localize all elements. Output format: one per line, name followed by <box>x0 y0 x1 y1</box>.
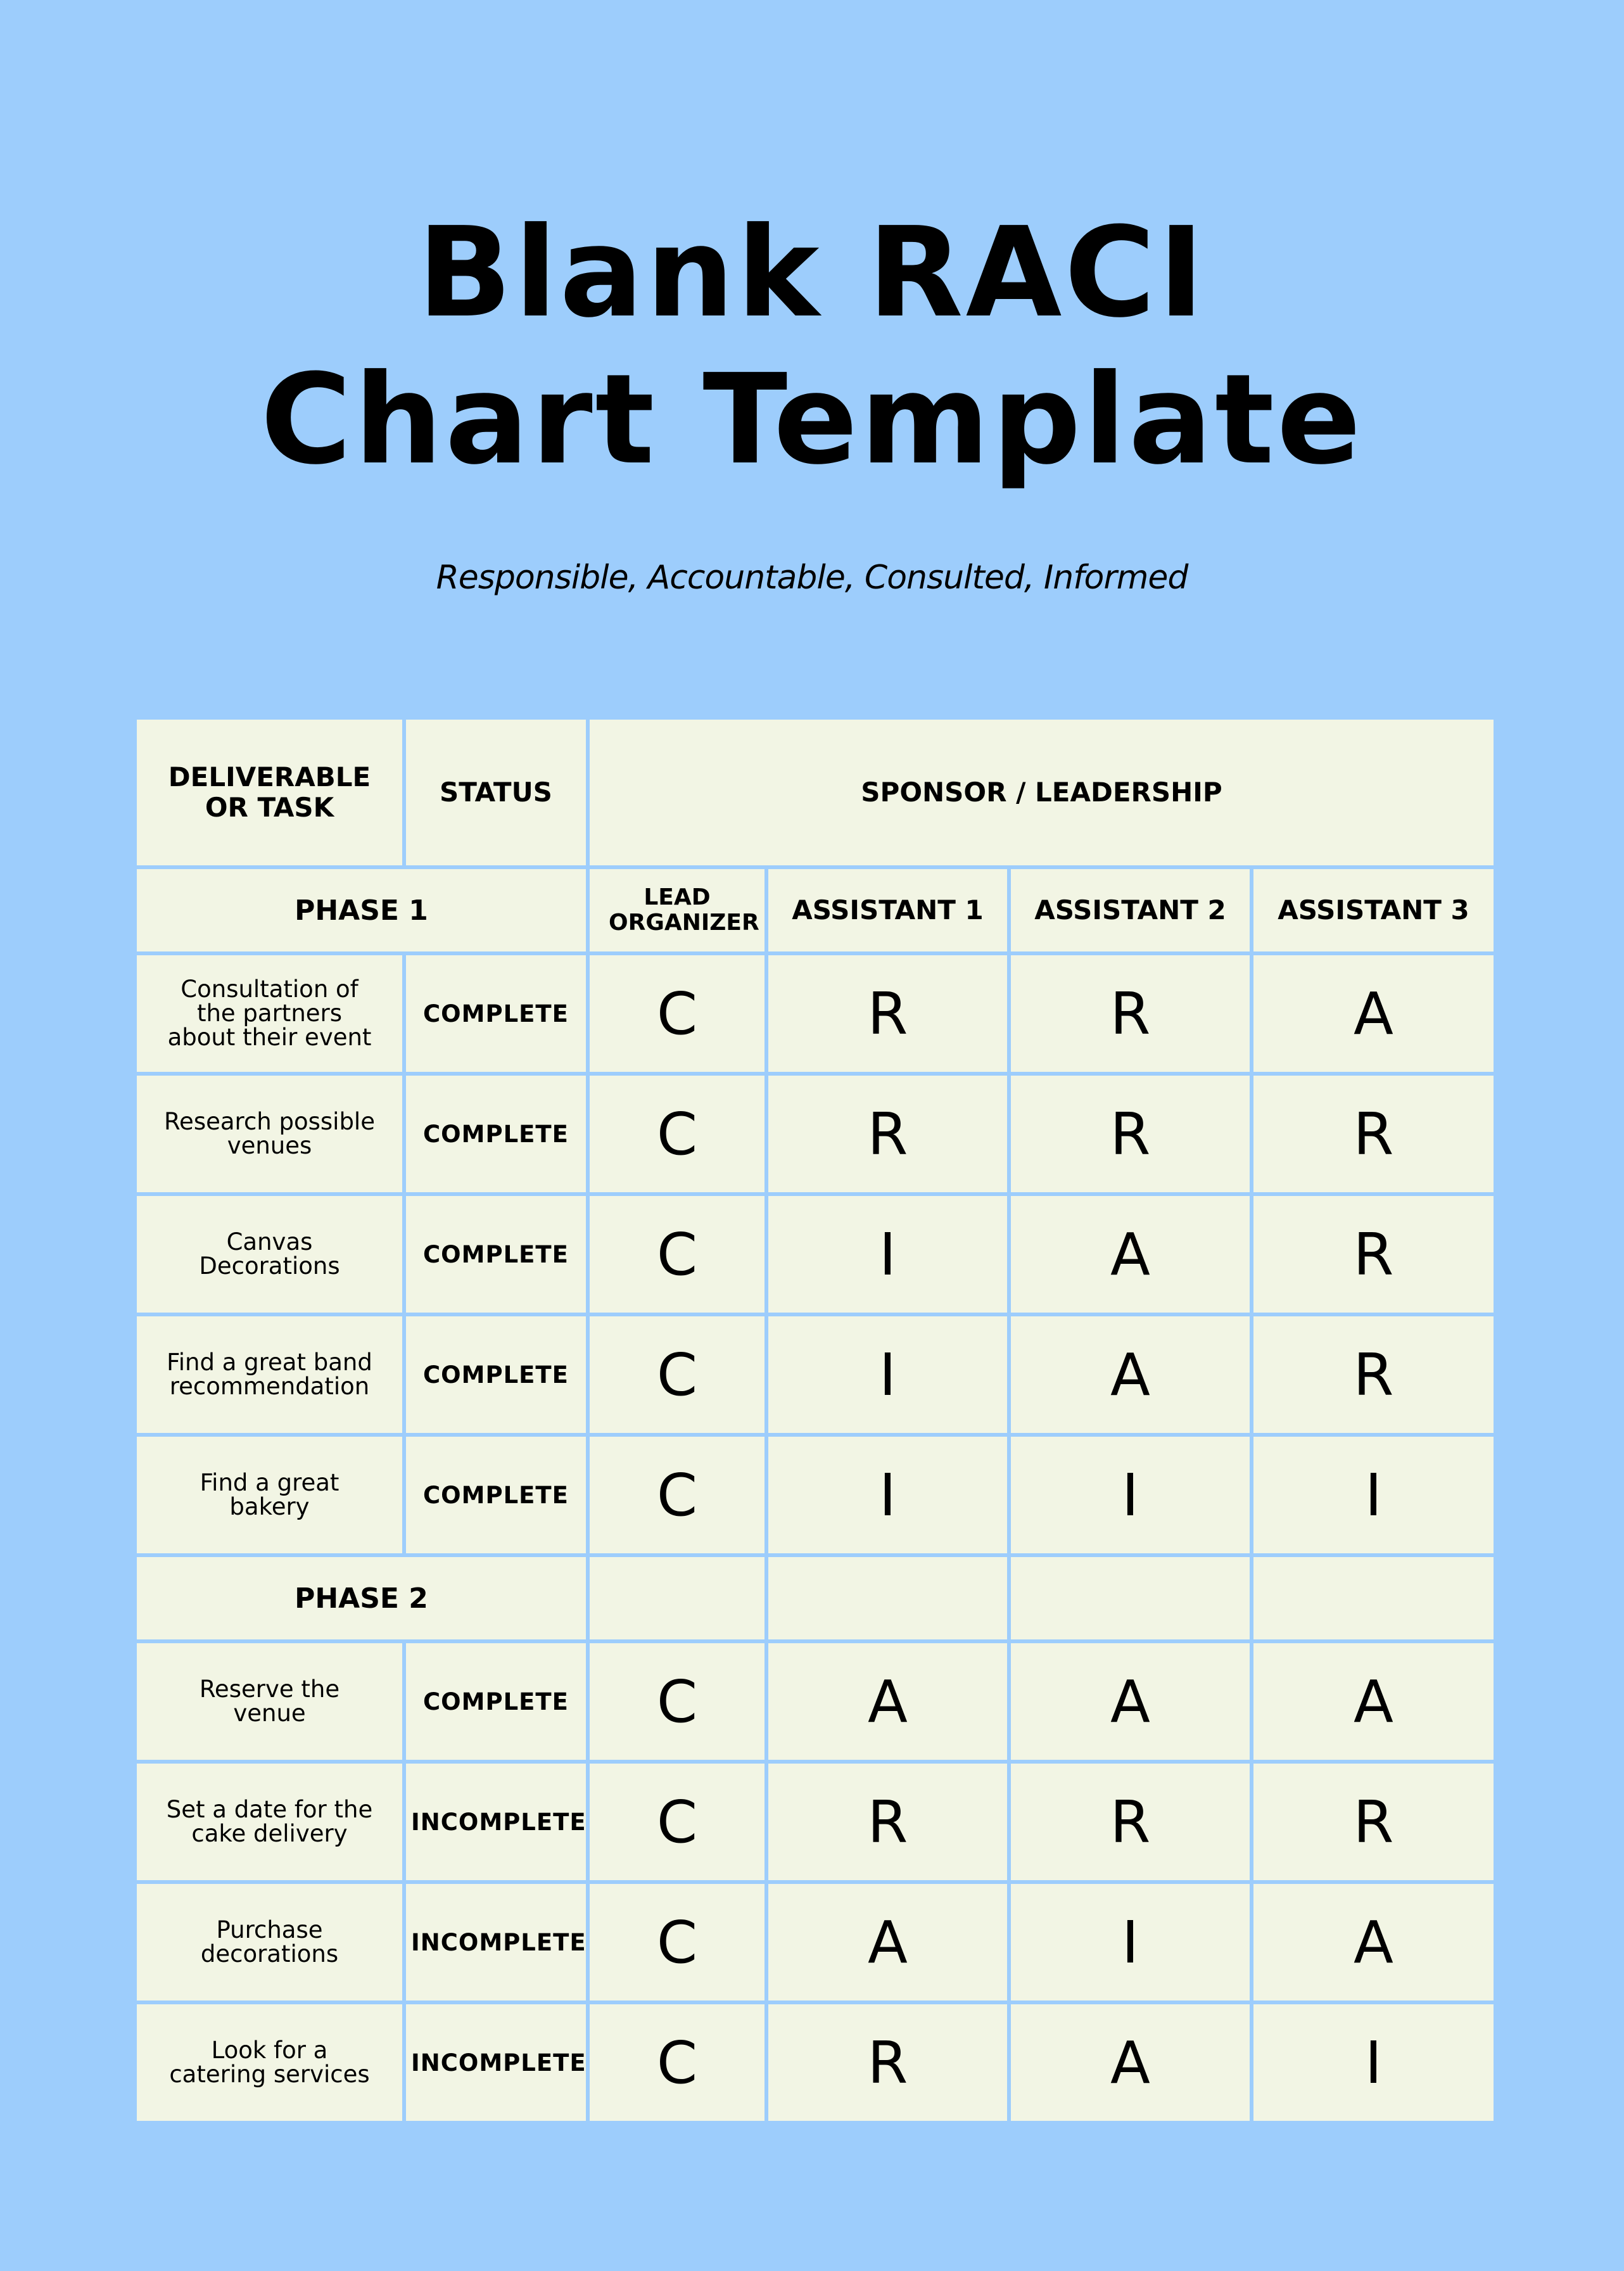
raci-cell-assistant-1: I <box>764 1313 1011 1437</box>
status-cell: COMPLETE <box>402 1192 590 1316</box>
table-row: Reserve the venue COMPLETE C A A A <box>133 1639 1497 1764</box>
task-cell: Consultation of the partners about their… <box>133 951 406 1076</box>
empty-cell <box>764 1553 1011 1643</box>
page-title: Blank RACI Chart Template <box>0 200 1624 493</box>
raci-cell-assistant-1: R <box>764 1072 1011 1196</box>
raci-cell-lead-organizer: C <box>586 1072 768 1196</box>
raci-cell-assistant-2: R <box>1007 1072 1253 1196</box>
status-cell: INCOMPLETE <box>402 1880 590 2004</box>
task-cell: Look for a catering services <box>133 2001 406 2125</box>
header-row: DELIVERABLE OR TASK STATUS SPONSOR / LEA… <box>133 716 1497 869</box>
task-cell: Canvas Decorations <box>133 1192 406 1316</box>
raci-cell-lead-organizer: C <box>586 1760 768 1884</box>
raci-cell-assistant-3: A <box>1250 951 1497 1076</box>
status-cell: COMPLETE <box>402 1313 590 1437</box>
table-row: Purchase decorations INCOMPLETE C A I A <box>133 1880 1497 2004</box>
status-cell: COMPLETE <box>402 1433 590 1557</box>
header-deliverable: DELIVERABLE OR TASK <box>133 716 406 869</box>
role-header-assistant-2: ASSISTANT 2 <box>1007 865 1253 955</box>
title-line-1: Blank RACI <box>417 201 1207 345</box>
raci-cell-lead-organizer: C <box>586 1433 768 1557</box>
table-row: Research possible venues COMPLETE C R R R <box>133 1072 1497 1196</box>
raci-cell-assistant-1: A <box>764 1639 1011 1764</box>
title-line-2: Chart Template <box>260 348 1364 492</box>
raci-cell-assistant-1: I <box>764 1192 1011 1316</box>
task-cell: Find a great band recommendation <box>133 1313 406 1437</box>
raci-cell-assistant-1: R <box>764 1760 1011 1884</box>
raci-cell-lead-organizer: C <box>586 1639 768 1764</box>
empty-cell <box>1250 1553 1497 1643</box>
raci-cell-assistant-2: R <box>1007 951 1253 1076</box>
phase-1-header-row: PHASE 1 LEAD ORGANIZER ASSISTANT 1 ASSIS… <box>133 865 1497 955</box>
raci-cell-assistant-2: A <box>1007 1313 1253 1437</box>
phase-label: PHASE 1 <box>133 865 590 955</box>
status-cell: COMPLETE <box>402 1072 590 1196</box>
task-cell: Set a date for the cake delivery <box>133 1760 406 1884</box>
task-cell: Purchase decorations <box>133 1880 406 2004</box>
raci-cell-assistant-1: A <box>764 1880 1011 2004</box>
raci-cell-assistant-2: A <box>1007 1192 1253 1316</box>
table-row: Consultation of the partners about their… <box>133 951 1497 1076</box>
page-subtitle: Responsible, Accountable, Consulted, Inf… <box>436 559 1189 597</box>
raci-cell-assistant-3: A <box>1250 1880 1497 2004</box>
table-row: Find a great band recommendation COMPLETE… <box>133 1313 1497 1437</box>
raci-cell-assistant-3: R <box>1250 1760 1497 1884</box>
raci-cell-assistant-3: I <box>1250 2001 1497 2125</box>
raci-cell-assistant-1: R <box>764 2001 1011 2125</box>
role-header-assistant-1: ASSISTANT 1 <box>764 865 1011 955</box>
raci-cell-assistant-1: I <box>764 1433 1011 1557</box>
role-header-lead-organizer: LEAD ORGANIZER <box>586 865 768 955</box>
raci-cell-assistant-2: R <box>1007 1760 1253 1884</box>
table-row: Find a great bakery COMPLETE C I I I <box>133 1433 1497 1557</box>
status-cell: COMPLETE <box>402 1639 590 1764</box>
raci-cell-lead-organizer: C <box>586 2001 768 2125</box>
raci-cell-lead-organizer: C <box>586 1313 768 1437</box>
raci-cell-assistant-2: I <box>1007 1880 1253 2004</box>
status-cell: INCOMPLETE <box>402 2001 590 2125</box>
table-row: Look for a catering services INCOMPLETE C R… <box>133 2001 1497 2125</box>
empty-cell <box>1007 1553 1253 1643</box>
raci-cell-assistant-1: R <box>764 951 1011 1076</box>
raci-cell-assistant-2: I <box>1007 1433 1253 1557</box>
raci-cell-assistant-3: R <box>1250 1072 1497 1196</box>
header-sponsor-leadership: SPONSOR / LEADERSHIP <box>586 716 1497 869</box>
header-status: STATUS <box>402 716 590 869</box>
phase-2-header-row: PHASE 2 <box>133 1553 1497 1643</box>
raci-cell-assistant-2: A <box>1007 1639 1253 1764</box>
status-cell: COMPLETE <box>402 951 590 1076</box>
status-cell: INCOMPLETE <box>402 1760 590 1884</box>
raci-table: DELIVERABLE OR TASK STATUS SPONSOR / LEA… <box>133 716 1497 2125</box>
raci-cell-lead-organizer: C <box>586 951 768 1076</box>
task-cell: Research possible venues <box>133 1072 406 1196</box>
task-cell: Reserve the venue <box>133 1639 406 1764</box>
role-header-assistant-3: ASSISTANT 3 <box>1250 865 1497 955</box>
table-row: Canvas Decorations COMPLETE C I A R <box>133 1192 1497 1316</box>
raci-cell-lead-organizer: C <box>586 1192 768 1316</box>
raci-cell-lead-organizer: C <box>586 1880 768 2004</box>
empty-cell <box>586 1553 768 1643</box>
raci-cell-assistant-3: R <box>1250 1313 1497 1437</box>
raci-cell-assistant-3: I <box>1250 1433 1497 1557</box>
table-row: Set a date for the cake delivery INCOMPLE… <box>133 1760 1497 1884</box>
raci-cell-assistant-3: R <box>1250 1192 1497 1316</box>
raci-cell-assistant-2: A <box>1007 2001 1253 2125</box>
phase-label: PHASE 2 <box>133 1553 590 1643</box>
raci-cell-assistant-3: A <box>1250 1639 1497 1764</box>
task-cell: Find a great bakery <box>133 1433 406 1557</box>
